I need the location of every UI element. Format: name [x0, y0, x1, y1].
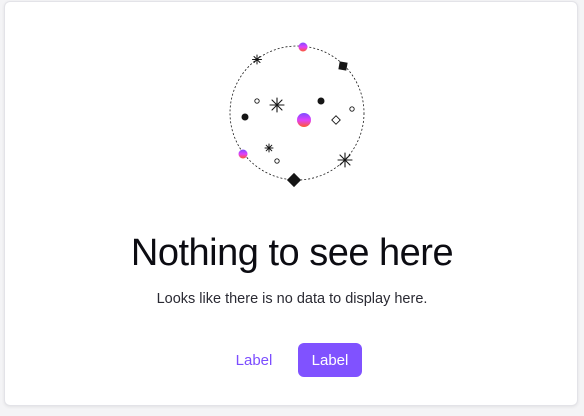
empty-state-title: Nothing to see here: [130, 232, 454, 274]
dot-left: [241, 113, 249, 121]
secondary-label-button[interactable]: Label: [222, 343, 286, 377]
square-top-right: [338, 61, 348, 71]
gradient-dot-left: [238, 149, 248, 159]
sparkle-right: [337, 152, 353, 168]
sparkle-small: [264, 143, 274, 153]
empty-state-message: Looks like there is no data to display h…: [156, 291, 428, 307]
hollow-dot-2: [349, 106, 355, 112]
empty-state-card: Nothing to see here Looks like there is …: [4, 1, 578, 406]
dot-right: [317, 97, 325, 105]
hollow-dot-1: [254, 98, 260, 104]
sparkle-top-left: [252, 54, 262, 65]
gradient-dot-top: [298, 42, 308, 52]
diamond-bottom: [286, 172, 302, 188]
primary-label-button[interactable]: Label: [298, 343, 362, 377]
outline-diamond: [331, 115, 341, 125]
sparkle-large: [269, 97, 285, 113]
empty-orbit-illustration: [229, 42, 365, 188]
empty-state-actions: Label Label: [5, 343, 579, 377]
hollow-dot-3: [274, 158, 280, 164]
gradient-dot-center: [297, 113, 311, 127]
